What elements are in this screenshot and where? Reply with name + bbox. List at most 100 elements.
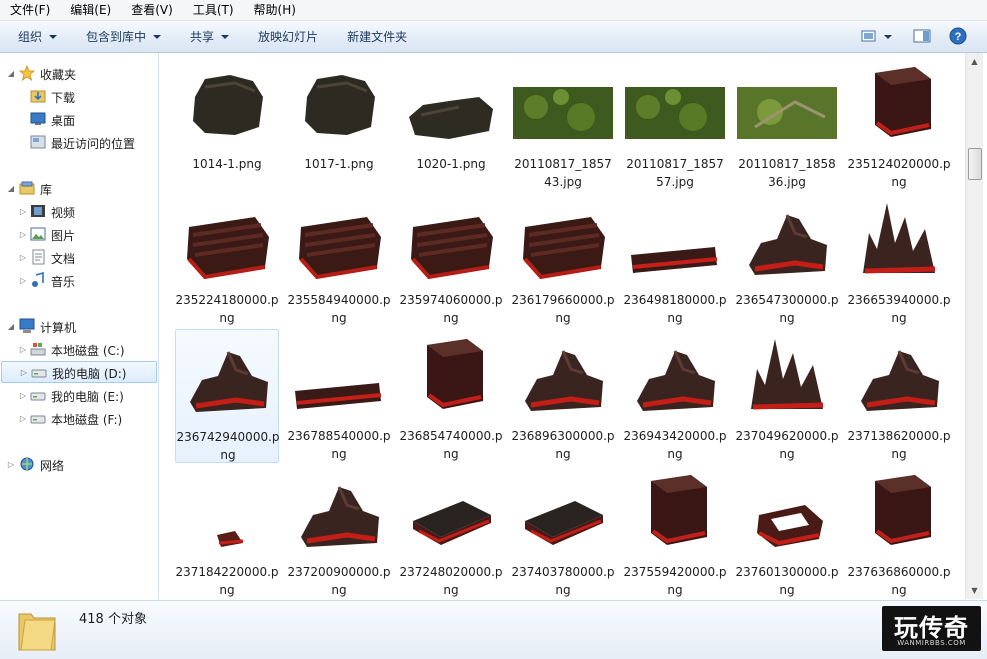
file-name: 1014-1.png <box>192 157 262 171</box>
nav-drive-d[interactable]: ▷ 我的电脑 (D:) <box>1 361 157 383</box>
file-item[interactable]: 237601300000.png <box>735 465 839 599</box>
nav-pictures[interactable]: ▷ 图片 <box>0 223 158 245</box>
include-in-library-button[interactable]: 包含到库中 <box>68 28 172 45</box>
file-item[interactable]: 235224180000.png <box>175 193 279 327</box>
scroll-up-icon[interactable]: ▲ <box>966 53 983 70</box>
nav-pictures-label: 图片 <box>51 229 76 243</box>
downloads-folder-icon <box>30 90 46 103</box>
file-item[interactable]: 20110817_185757.jpg <box>623 57 727 191</box>
file-name: 237049620000.png <box>735 429 839 461</box>
file-name: 235224180000.png <box>175 293 279 325</box>
share-button[interactable]: 共享 <box>172 28 240 45</box>
file-item[interactable]: 236547300000.png <box>735 193 839 327</box>
file-name: 1020-1.png <box>416 157 486 171</box>
preview-pane-icon <box>913 29 931 43</box>
file-item[interactable]: 1020-1.png <box>399 57 503 191</box>
file-item[interactable]: 237049620000.png <box>735 329 839 463</box>
file-item[interactable]: 237184220000.png <box>175 465 279 599</box>
file-item[interactable]: 236896300000.png <box>511 329 615 463</box>
nav-downloads[interactable]: 下载 <box>0 85 158 107</box>
file-item[interactable]: 20110817_185836.jpg <box>735 57 839 191</box>
file-item[interactable]: 237559420000.png <box>623 465 727 599</box>
nav-drive-e[interactable]: ▷ 我的电脑 (E:) <box>0 384 158 406</box>
file-item[interactable]: 236854740000.png <box>399 329 503 463</box>
menu-edit[interactable]: 编辑(E) <box>60 0 121 20</box>
file-name: 235124020000.png <box>847 157 951 189</box>
expand-triangle-icon[interactable]: ▷ <box>20 368 28 377</box>
menu-file[interactable]: 文件(F) <box>0 0 60 20</box>
file-name: 236653940000.png <box>847 293 951 325</box>
organize-button[interactable]: 组织 <box>0 28 68 45</box>
organize-label: 组织 <box>18 30 43 44</box>
file-thumbnail <box>511 193 615 289</box>
nav-drive-e-label: 我的电脑 (E:) <box>51 390 124 404</box>
file-item[interactable]: 235584940000.png <box>287 193 391 327</box>
desktop-icon <box>30 112 46 125</box>
slideshow-button[interactable]: 放映幻灯片 <box>240 28 329 45</box>
nav-videos[interactable]: ▷ 视频 <box>0 200 158 222</box>
file-item[interactable]: 237138620000.png <box>847 329 951 463</box>
file-name: 237636860000.png <box>847 565 951 597</box>
nav-music[interactable]: ▷ 音乐 <box>0 269 158 291</box>
collapse-triangle-icon[interactable]: ◢ <box>7 322 15 331</box>
expand-triangle-icon[interactable]: ▷ <box>19 345 27 354</box>
collapse-triangle-icon[interactable]: ◢ <box>7 69 15 78</box>
file-item[interactable]: 235124020000.png <box>847 57 951 191</box>
file-thumbnail <box>623 329 727 425</box>
file-item[interactable]: 237636860000.png <box>847 465 951 599</box>
expand-triangle-icon[interactable]: ▷ <box>19 391 27 400</box>
file-name: 236179660000.png <box>511 293 615 325</box>
file-item[interactable]: 236943420000.png <box>623 329 727 463</box>
video-library-icon <box>31 205 45 217</box>
nav-recent-places[interactable]: 最近访问的位置 <box>0 131 158 153</box>
file-item[interactable]: 236788540000.png <box>287 329 391 463</box>
drive-icon <box>30 415 46 424</box>
menu-tools[interactable]: 工具(T) <box>183 0 244 20</box>
file-item[interactable]: 1014-1.png <box>175 57 279 191</box>
expand-triangle-icon[interactable]: ▷ <box>19 207 27 216</box>
vertical-scrollbar[interactable]: ▲ ▼ <box>965 53 983 599</box>
new-folder-button[interactable]: 新建文件夹 <box>329 28 418 45</box>
nav-libraries-label: 库 <box>40 183 53 197</box>
nav-recent-label: 最近访问的位置 <box>51 137 136 151</box>
nav-documents[interactable]: ▷ 文档 <box>0 246 158 268</box>
file-thumbnail <box>287 465 391 561</box>
nav-favorites[interactable]: ◢ 收藏夹 <box>0 62 158 84</box>
file-item[interactable]: 236498180000.png <box>623 193 727 327</box>
recent-places-icon <box>30 135 46 149</box>
collapse-triangle-icon[interactable]: ◢ <box>7 184 15 193</box>
nav-drive-f[interactable]: ▷ 本地磁盘 (F:) <box>0 407 158 429</box>
expand-triangle-icon[interactable]: ▷ <box>19 230 27 239</box>
file-item[interactable]: 1017-1.png <box>287 57 391 191</box>
file-item[interactable]: 236742940000.png <box>175 329 280 463</box>
file-thumbnail <box>175 57 279 153</box>
include-label: 包含到库中 <box>86 30 147 44</box>
menu-help[interactable]: 帮助(H) <box>244 0 306 20</box>
file-item[interactable]: 237200900000.png <box>287 465 391 599</box>
nav-downloads-label: 下载 <box>51 91 76 105</box>
expand-triangle-icon[interactable]: ▷ <box>19 414 27 423</box>
file-item[interactable]: 20110817_185743.jpg <box>511 57 615 191</box>
file-item[interactable]: 236179660000.png <box>511 193 615 327</box>
expand-triangle-icon[interactable]: ▷ <box>19 276 27 285</box>
expand-triangle-icon[interactable]: ▷ <box>19 253 27 262</box>
scrollbar-thumb[interactable] <box>968 148 982 180</box>
help-button[interactable]: ? <box>947 26 969 46</box>
scroll-down-icon[interactable]: ▼ <box>966 582 983 599</box>
file-item[interactable]: 237403780000.png <box>511 465 615 599</box>
change-view-button[interactable] <box>858 26 896 46</box>
nav-libraries[interactable]: ◢ 库 <box>0 177 158 199</box>
star-icon <box>19 65 35 81</box>
file-name: 237248020000.png <box>399 565 503 597</box>
menu-view[interactable]: 查看(V) <box>121 0 183 20</box>
expand-triangle-icon[interactable]: ▷ <box>7 460 15 469</box>
file-item[interactable]: 237248020000.png <box>399 465 503 599</box>
system-drive-icon <box>30 343 46 356</box>
nav-drive-c[interactable]: ▷ 本地磁盘 (C:) <box>0 338 158 360</box>
nav-network[interactable]: ▷ 网络 <box>0 453 158 475</box>
preview-pane-button[interactable] <box>911 26 933 46</box>
nav-computer[interactable]: ◢ 计算机 <box>0 315 158 337</box>
file-item[interactable]: 235974060000.png <box>399 193 503 327</box>
nav-desktop[interactable]: 桌面 <box>0 108 158 130</box>
file-item[interactable]: 236653940000.png <box>847 193 951 327</box>
